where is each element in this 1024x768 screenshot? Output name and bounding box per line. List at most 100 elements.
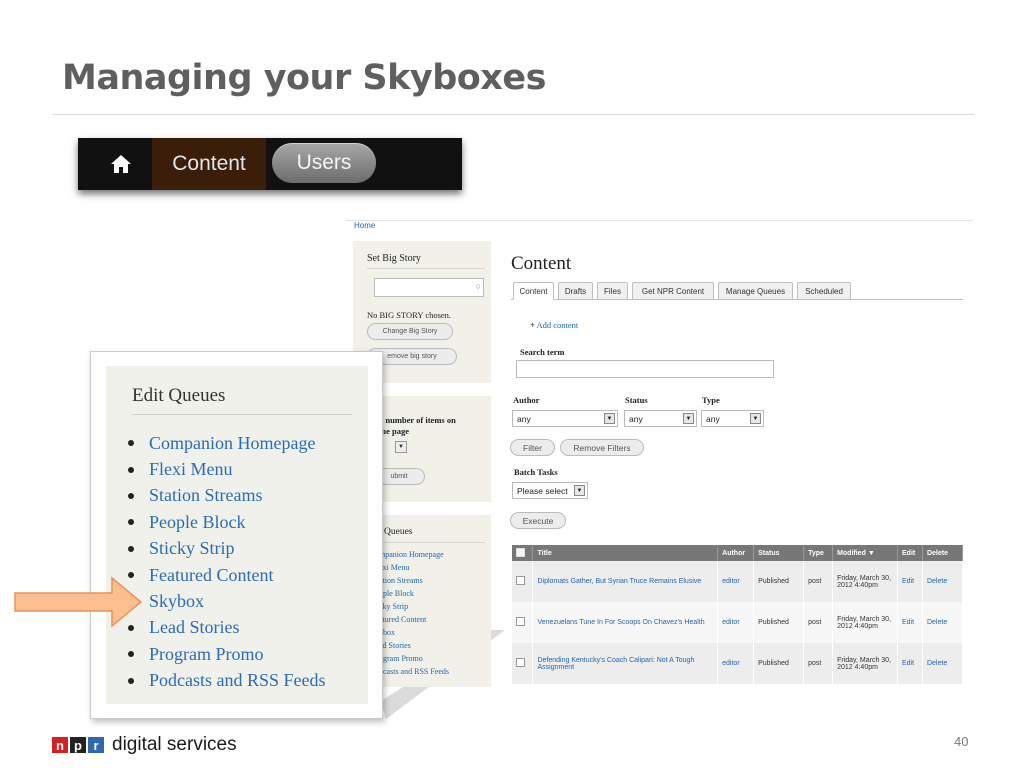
queue-item-people-block[interactable]: People Block [128, 509, 326, 535]
bullet-icon [128, 466, 134, 473]
change-big-story-button[interactable]: Change Big Story [367, 323, 453, 340]
column-edit: Edit [897, 545, 923, 561]
screenshot-top-divider [346, 220, 973, 221]
queue-item-label: Companion Homepage [149, 432, 316, 453]
content-tabs: Content Drafts Files Get NPR Content Man… [511, 280, 963, 300]
column-modified-label: Modified [837, 549, 866, 557]
bullet-icon [128, 677, 134, 684]
type-select-value: any [706, 413, 720, 424]
tab-drafts[interactable]: Drafts [558, 282, 593, 300]
queue-link-3[interactable]: ation Streams [379, 574, 423, 587]
row-title-link[interactable]: Diplomats Gather, But Syrian Truce Remai… [532, 561, 719, 602]
row-status: Published [753, 561, 805, 602]
table-row: Diplomats Gather, But Syrian Truce Remai… [512, 561, 964, 602]
npr-digital-services-logo: n p r digital services [52, 734, 237, 756]
select-all-checkbox[interactable] [512, 545, 534, 561]
max-items-select[interactable]: ▼ [395, 441, 407, 453]
column-delete: Delete [922, 545, 964, 561]
search-term-label: Search term [520, 347, 565, 357]
tab-content[interactable]: Content [513, 282, 554, 300]
queue-link-2[interactable]: exi Menu [379, 561, 409, 574]
queue-item-flexi-menu[interactable]: Flexi Menu [128, 456, 326, 482]
row-author-link[interactable]: editor [717, 602, 755, 643]
row-edit-link[interactable]: Edit [897, 561, 923, 602]
plus-icon: + [530, 320, 535, 330]
row-modified: Friday, March 30, 2012 4:40pm [832, 561, 898, 602]
status-select[interactable]: any ▼ [624, 410, 697, 427]
tab-manage-queues[interactable]: Manage Queues [718, 282, 793, 300]
content-page-title: Content [511, 253, 572, 274]
status-select-value: any [629, 413, 643, 424]
column-title[interactable]: Title [532, 545, 719, 561]
row-delete-link[interactable]: Delete [922, 561, 964, 602]
content-admin-screenshot: Home Set Big Story ○ No BIG STORY chosen… [346, 220, 973, 690]
execute-button[interactable]: Execute [510, 512, 566, 529]
big-story-input[interactable]: ○ [374, 278, 484, 297]
queue-link-8[interactable]: ad Stories [379, 639, 411, 652]
queue-link-6[interactable]: atured Content [379, 613, 426, 626]
queue-item-station-streams[interactable]: Station Streams [128, 483, 326, 509]
tab-scheduled[interactable]: Scheduled [797, 282, 851, 300]
max-items-label-2: me page [379, 426, 409, 436]
queue-item-featured-content[interactable]: Featured Content [128, 562, 326, 588]
column-modified[interactable]: Modified ▼ [832, 545, 898, 561]
author-select-value: any [517, 413, 531, 424]
skybox-pointer-arrow-icon [14, 576, 143, 628]
queues-divider [379, 542, 485, 543]
queue-item-companion-homepage[interactable]: Companion Homepage [128, 430, 326, 456]
content-table: Title Author Status Type Modified ▼ Edit… [512, 545, 964, 684]
npr-logo-p: p [70, 737, 86, 753]
add-content-link[interactable]: + Add content [530, 320, 578, 330]
queue-link-1[interactable]: mpanion Homepage [379, 548, 444, 561]
type-select[interactable]: any ▼ [701, 410, 764, 427]
bullet-icon [128, 519, 134, 526]
row-checkbox[interactable] [512, 602, 534, 643]
queue-item-label: Skybox [149, 591, 205, 612]
filter-button[interactable]: Filter [510, 439, 555, 456]
page-number: 40 [954, 734, 969, 749]
remove-filters-button[interactable]: Remove Filters [560, 439, 644, 456]
queue-link-10[interactable]: dcasts and RSS Feeds [379, 665, 449, 678]
queue-item-program-promo[interactable]: Program Promo [128, 641, 326, 667]
chevron-down-icon: ▼ [604, 413, 615, 424]
tab-files[interactable]: Files [597, 282, 628, 300]
column-status[interactable]: Status [753, 545, 805, 561]
row-checkbox[interactable] [512, 561, 534, 602]
row-delete-link[interactable]: Delete [922, 602, 964, 643]
row-delete-link[interactable]: Delete [922, 643, 964, 684]
bullet-icon [128, 492, 134, 499]
row-type: post [803, 602, 834, 643]
column-type[interactable]: Type [803, 545, 834, 561]
queue-link-4[interactable]: ople Block [379, 587, 414, 600]
queue-item-skybox[interactable]: Skybox [128, 588, 326, 614]
row-title-link[interactable]: Venezuelans Tune In For Scoops On Chavez… [532, 602, 719, 643]
row-title-link[interactable]: Defending Kentucky's Coach Calipari: Not… [532, 643, 719, 684]
npr-logo-n: n [52, 737, 68, 753]
big-story-status: No BIG STORY chosen. [367, 310, 452, 320]
table-row: Defending Kentucky's Coach Calipari: Not… [512, 643, 964, 684]
queue-item-podcasts-rss[interactable]: Podcasts and RSS Feeds [128, 668, 326, 694]
queue-item-label: Station Streams [149, 485, 263, 506]
row-author-link[interactable]: editor [717, 643, 755, 684]
author-label: Author [513, 395, 540, 405]
queue-link-5[interactable]: cky Strip [379, 600, 408, 613]
add-content-label: Add content [536, 320, 579, 330]
column-author[interactable]: Author [717, 545, 755, 561]
chevron-down-icon: ▼ [750, 413, 761, 424]
bullet-icon [128, 440, 134, 447]
row-edit-link[interactable]: Edit [897, 643, 923, 684]
batch-tasks-label: Batch Tasks [514, 467, 558, 477]
search-term-input[interactable] [516, 360, 774, 378]
queue-item-sticky-strip[interactable]: Sticky Strip [128, 536, 326, 562]
queue-link-9[interactable]: ogram Promo [379, 652, 423, 665]
batch-tasks-select[interactable]: Please select ▼ [512, 482, 588, 499]
row-author-link[interactable]: editor [717, 561, 755, 602]
author-select[interactable]: any ▼ [512, 410, 618, 427]
breadcrumb[interactable]: Home [354, 221, 375, 230]
row-checkbox[interactable] [512, 643, 534, 684]
row-edit-link[interactable]: Edit [897, 602, 923, 643]
table-row: Venezuelans Tune In For Scoops On Chavez… [512, 602, 964, 643]
queue-item-lead-stories[interactable]: Lead Stories [128, 615, 326, 641]
queue-item-label: Podcasts and RSS Feeds [149, 670, 326, 691]
tab-get-npr-content[interactable]: Get NPR Content [632, 282, 714, 300]
